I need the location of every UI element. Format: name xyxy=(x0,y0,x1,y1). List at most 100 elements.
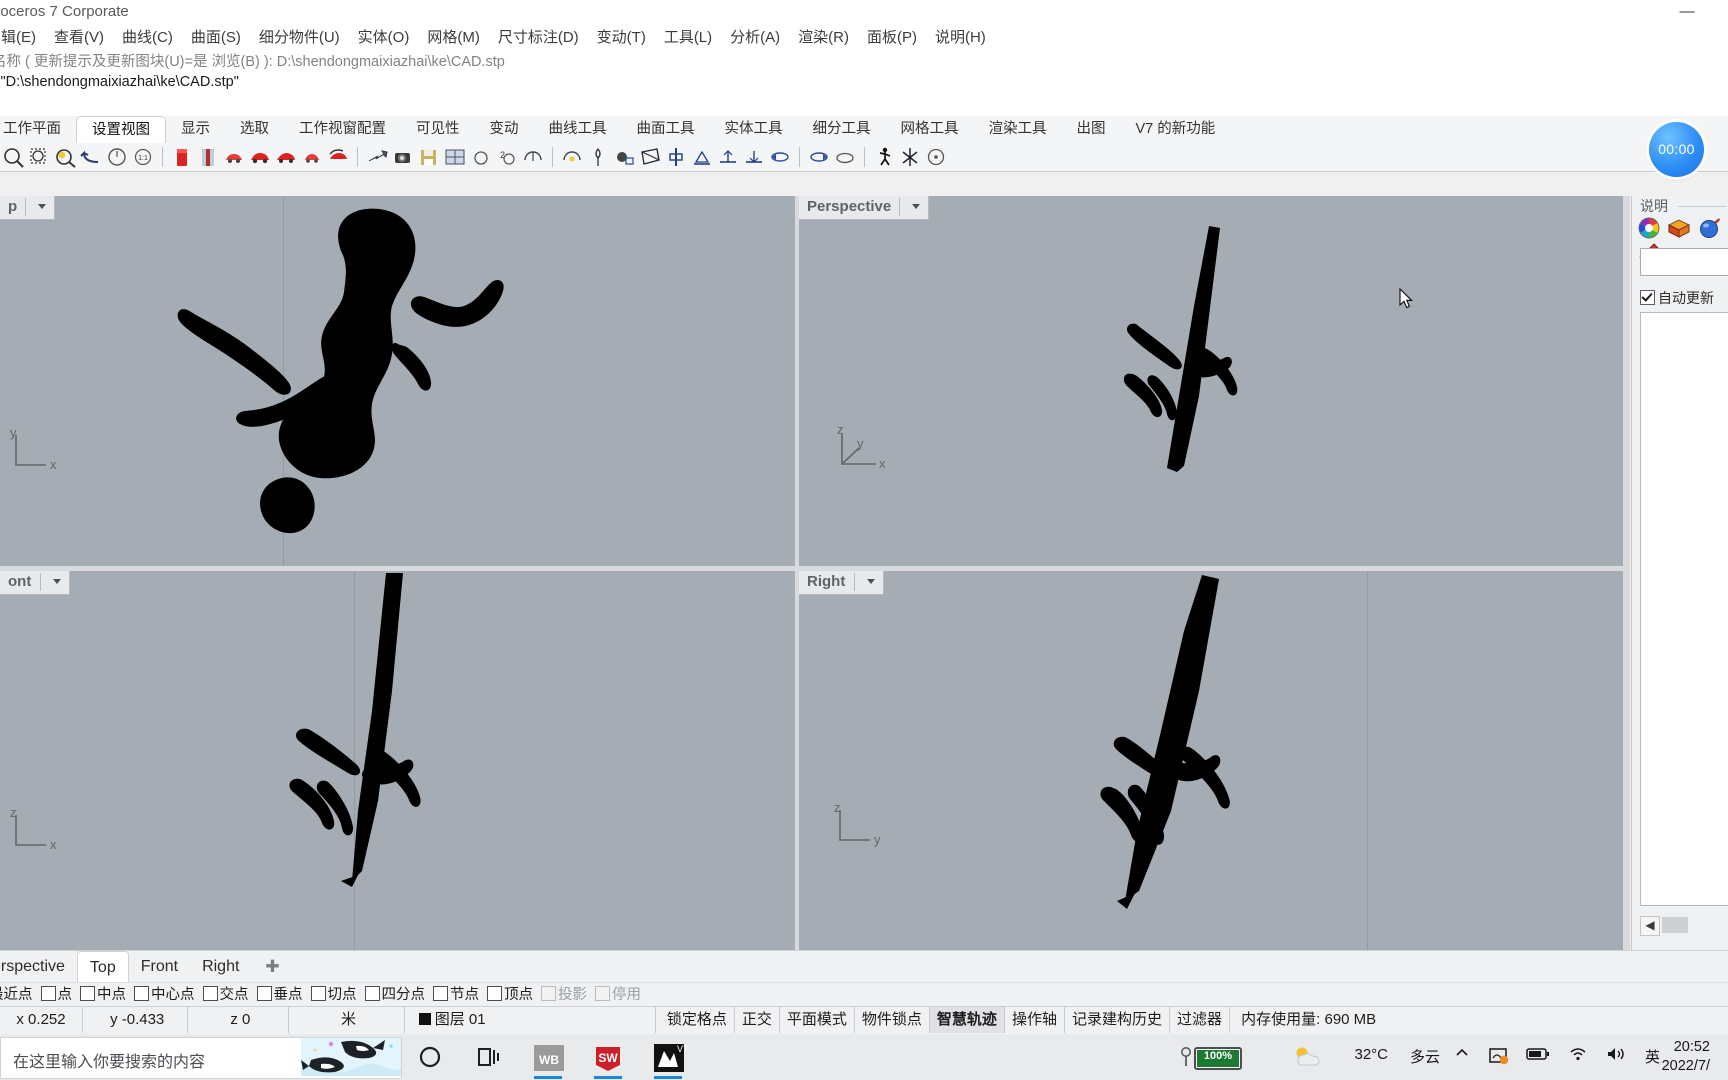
menu-item-3[interactable]: 曲面(S) xyxy=(182,26,250,50)
front-viewport-dropdown[interactable] xyxy=(39,573,65,591)
right-viewport-dropdown[interactable] xyxy=(853,573,879,591)
menu-item-2[interactable]: 曲线(C) xyxy=(113,26,182,50)
osnap-item-8[interactable]: 节点 xyxy=(430,983,484,1005)
osnap-item-5[interactable]: 垂点 xyxy=(254,983,308,1005)
status-toggle-4[interactable]: 智慧轨迹 xyxy=(929,1007,1005,1033)
timer-widget[interactable]: 00:00 xyxy=(1649,122,1704,177)
osnap-checkbox-3[interactable] xyxy=(134,986,149,1001)
ribbon-tab-5[interactable]: 可见性 xyxy=(401,116,475,142)
osnap-checkbox-10[interactable] xyxy=(541,986,556,1001)
camera-lens-icon[interactable] xyxy=(613,146,635,168)
menu-item-13[interactable]: 说明(H) xyxy=(926,26,995,50)
status-toggle-3[interactable]: 物件锁点 xyxy=(855,1007,930,1033)
perspective-viewport[interactable]: z y x Perspective xyxy=(799,196,1623,566)
menu-item-8[interactable]: 变动(T) xyxy=(588,26,655,50)
zoom-window-icon[interactable] xyxy=(2,146,24,168)
viewport-layout-icon[interactable] xyxy=(444,146,466,168)
ribbon-tab-9[interactable]: 实体工具 xyxy=(710,116,798,142)
osnap-checkbox-9[interactable] xyxy=(487,986,502,1001)
ribbon-tab-4[interactable]: 工作视窗配置 xyxy=(284,116,401,142)
status-toggle-1[interactable]: 正交 xyxy=(735,1007,780,1033)
ribbon-tab-10[interactable]: 细分工具 xyxy=(798,116,886,142)
scroll-left-arrow-icon[interactable]: ◀ xyxy=(1640,916,1660,936)
menu-item-4[interactable]: 细分物件(U) xyxy=(250,26,349,50)
ribbon-tab-13[interactable]: 出图 xyxy=(1062,116,1121,142)
osnap-checkbox-2[interactable] xyxy=(80,986,95,1001)
status-toggle-6[interactable]: 记录建构历史 xyxy=(1065,1007,1170,1033)
rotate-view-right-icon[interactable] xyxy=(561,146,583,168)
minimize-button[interactable]: — xyxy=(1670,2,1704,22)
top-viewport-dropdown[interactable] xyxy=(25,198,50,216)
zoom-dynamic-icon[interactable] xyxy=(106,146,128,168)
ribbon-tab-14[interactable]: V7 的新功能 xyxy=(1121,116,1231,142)
cplane-to-view-icon[interactable] xyxy=(717,146,739,168)
volume-icon[interactable] xyxy=(1606,1046,1626,1066)
ribbon-tab-2[interactable]: 显示 xyxy=(166,116,225,142)
notes-horizontal-scrollbar[interactable]: ◀ xyxy=(1640,916,1728,936)
rotate-view-left-icon[interactable] xyxy=(522,146,544,168)
input-language-indicator[interactable]: 英 xyxy=(1645,1046,1660,1067)
menu-item-1[interactable]: 查看(V) xyxy=(45,26,113,50)
camera-icon[interactable] xyxy=(392,146,414,168)
viewport-tab-1[interactable]: Top xyxy=(76,951,129,983)
zoom-selected-icon[interactable] xyxy=(28,146,50,168)
menu-item-6[interactable]: 网格(M) xyxy=(418,26,489,50)
status-toggle-7[interactable]: 过滤器 xyxy=(1170,1007,1230,1033)
auto-update-checkbox[interactable] xyxy=(1640,290,1655,305)
workbench-icon[interactable]: WB xyxy=(528,1039,568,1079)
osnap-checkbox-6[interactable] xyxy=(310,986,326,1001)
osnap-item-1[interactable]: 点 xyxy=(38,983,78,1005)
menu-item-11[interactable]: 渲染(R) xyxy=(789,26,858,50)
tray-expand-icon[interactable] xyxy=(1454,1046,1470,1064)
notes-text-area[interactable] xyxy=(1640,312,1728,906)
named-view-red-icon[interactable] xyxy=(171,146,193,168)
taskbar-clock[interactable]: 20:52 2022/7/ xyxy=(1662,1038,1710,1076)
view-perspective-car-icon[interactable] xyxy=(249,146,271,168)
revolve-view-icon[interactable] xyxy=(834,146,856,168)
explode-view-icon[interactable] xyxy=(899,146,921,168)
osnap-checkbox-8[interactable] xyxy=(433,986,448,1001)
tilt-view-right-icon[interactable] xyxy=(808,146,830,168)
tilt-view-left-icon[interactable] xyxy=(769,146,791,168)
cortana-icon[interactable] xyxy=(410,1039,450,1075)
front-viewport-label[interactable]: ont xyxy=(0,571,70,595)
command-history-area[interactable]: 名称 ( 更新提示及更新图块(U)=是 浏览(B) ): D:\shendong… xyxy=(0,50,1728,116)
zoom-previous-icon[interactable] xyxy=(80,146,102,168)
auto-update-checkbox-row[interactable]: 自动更新 xyxy=(1640,288,1714,308)
osnap-item-7[interactable]: 四分点 xyxy=(362,983,431,1005)
ribbon-tab-12[interactable]: 渲染工具 xyxy=(974,116,1062,142)
task-view-icon[interactable] xyxy=(468,1039,508,1075)
osnap-item-0[interactable]: 最近点 xyxy=(0,983,38,1005)
named-view-book-icon[interactable] xyxy=(197,146,219,168)
osnap-item-9[interactable]: 顶点 xyxy=(484,983,538,1005)
cplane-elevation-icon[interactable] xyxy=(691,146,713,168)
osnap-checkbox-5[interactable] xyxy=(256,986,272,1001)
status-toggle-2[interactable]: 平面模式 xyxy=(780,1007,855,1033)
clipping-plane-icon[interactable] xyxy=(639,146,661,168)
viewport-tab-3[interactable]: Right xyxy=(190,951,251,982)
osnap-checkbox-7[interactable] xyxy=(364,986,380,1001)
view-rotate-car-icon[interactable] xyxy=(327,146,349,168)
ribbon-tab-0[interactable]: 工作平面 xyxy=(0,116,76,142)
right-viewport-label[interactable]: Right xyxy=(799,571,884,595)
weather-temperature[interactable]: 32°C xyxy=(1354,1046,1388,1063)
osnap-item-10[interactable]: 投影 xyxy=(538,983,592,1005)
ribbon-tab-8[interactable]: 曲面工具 xyxy=(622,116,710,142)
viewport-tab-2[interactable]: Front xyxy=(129,951,190,982)
status-layer[interactable]: 图层 01 xyxy=(409,1007,656,1033)
ribbon-tab-6[interactable]: 变动 xyxy=(475,116,534,142)
menu-item-0[interactable]: 辑(E) xyxy=(0,26,45,50)
perspective-viewport-label[interactable]: Perspective xyxy=(799,196,930,220)
onedrive-icon[interactable] xyxy=(1488,1046,1510,1070)
top-viewport-label[interactable]: p xyxy=(0,196,56,220)
rhino-icon[interactable]: V7 xyxy=(648,1039,688,1079)
perspective-viewport-dropdown[interactable] xyxy=(899,198,924,216)
osnap-item-4[interactable]: 交点 xyxy=(200,983,254,1005)
add-viewport-tab-icon[interactable]: ✚ xyxy=(251,951,291,982)
ribbon-tab-7[interactable]: 曲线工具 xyxy=(534,116,622,142)
right-viewport[interactable]: z y Right xyxy=(799,571,1623,950)
menu-item-9[interactable]: 工具(L) xyxy=(655,26,721,50)
walk-through-icon[interactable] xyxy=(873,146,895,168)
battery-indicator[interactable]: 100% xyxy=(1180,1046,1242,1070)
scrollbar-thumb[interactable] xyxy=(1662,917,1688,933)
